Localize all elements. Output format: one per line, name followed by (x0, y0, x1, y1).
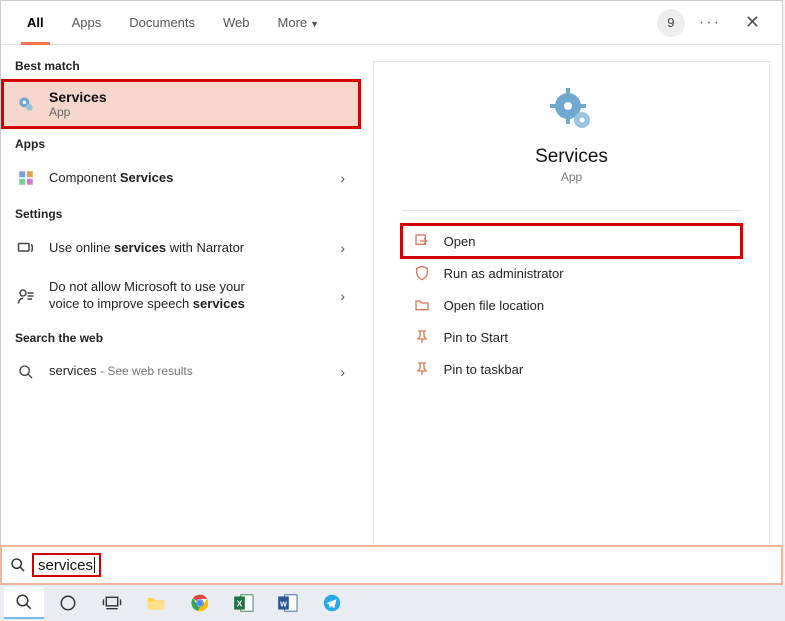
search-query-highlight: services (32, 553, 101, 577)
results-column: Best match Services App Apps Component S… (1, 45, 361, 564)
folder-icon (412, 297, 432, 313)
section-settings: Settings (1, 199, 361, 227)
taskbar-excel[interactable]: X (224, 587, 264, 619)
tab-web[interactable]: Web (209, 1, 264, 45)
open-icon (412, 233, 432, 249)
result-best-match-services[interactable]: Services App (1, 79, 361, 129)
taskbar-search-button[interactable] (4, 587, 44, 619)
result-web-services[interactable]: services - See web results › (1, 351, 361, 393)
chevron-down-icon: ▼ (310, 19, 319, 29)
services-gear-icon (548, 86, 596, 134)
pin-icon (412, 329, 432, 345)
search-icon (10, 557, 26, 573)
divider (402, 210, 742, 211)
search-filter-tabs: All Apps Documents Web More▼ 9 ··· ✕ (1, 1, 782, 45)
taskbar-cortana-button[interactable] (48, 587, 88, 619)
chevron-right-icon: › (340, 170, 345, 186)
narrator-icon (15, 237, 37, 259)
search-input-bar[interactable]: services (0, 545, 783, 585)
tab-more[interactable]: More▼ (264, 1, 334, 45)
detail-column: Services App Open Run as administrator (361, 45, 782, 564)
tab-all[interactable]: All (13, 1, 58, 45)
detail-subtitle: App (561, 170, 582, 184)
text-caret (94, 557, 95, 573)
chevron-right-icon: › (340, 240, 345, 256)
result-component-services[interactable]: Component Services › (1, 157, 361, 199)
action-open-file-location[interactable]: Open file location (402, 289, 742, 321)
taskbar-word[interactable]: W (268, 587, 308, 619)
section-best-match: Best match (1, 51, 361, 79)
detail-card: Services App Open Run as administrator (373, 61, 770, 552)
section-web: Search the web (1, 323, 361, 351)
services-gear-icon (15, 93, 37, 115)
search-query-text: services (38, 557, 93, 574)
chevron-right-icon: › (340, 364, 345, 380)
taskbar-telegram[interactable] (312, 587, 352, 619)
rewards-badge[interactable]: 9 (657, 9, 685, 37)
search-icon (15, 361, 37, 383)
chevron-right-icon: › (340, 288, 345, 304)
speech-privacy-icon (15, 285, 37, 307)
best-match-subtitle: App (49, 105, 107, 119)
close-icon[interactable]: ✕ (735, 12, 770, 33)
action-run-as-admin[interactable]: Run as administrator (402, 257, 742, 289)
action-pin-to-start[interactable]: Pin to Start (402, 321, 742, 353)
section-apps: Apps (1, 129, 361, 157)
svg-text:W: W (280, 599, 287, 608)
action-open[interactable]: Open (402, 225, 742, 257)
tab-apps[interactable]: Apps (58, 1, 116, 45)
detail-title: Services (535, 146, 608, 168)
taskbar: X W (0, 585, 785, 621)
result-narrator-services[interactable]: Use online services with Narrator › (1, 227, 361, 269)
more-options-icon[interactable]: ··· (693, 14, 727, 32)
result-speech-services[interactable]: Do not allow Microsoft to use your voice… (1, 269, 361, 323)
svg-text:X: X (237, 599, 243, 608)
action-pin-to-taskbar[interactable]: Pin to taskbar (402, 353, 742, 385)
component-services-icon (15, 167, 37, 189)
taskbar-taskview-button[interactable] (92, 587, 132, 619)
best-match-title: Services (49, 89, 107, 105)
windows-search-panel: All Apps Documents Web More▼ 9 ··· ✕ Bes… (0, 0, 783, 565)
taskbar-file-explorer[interactable] (136, 587, 176, 619)
tab-documents[interactable]: Documents (115, 1, 209, 45)
pin-icon (412, 361, 432, 377)
shield-icon (412, 265, 432, 281)
taskbar-chrome[interactable] (180, 587, 220, 619)
